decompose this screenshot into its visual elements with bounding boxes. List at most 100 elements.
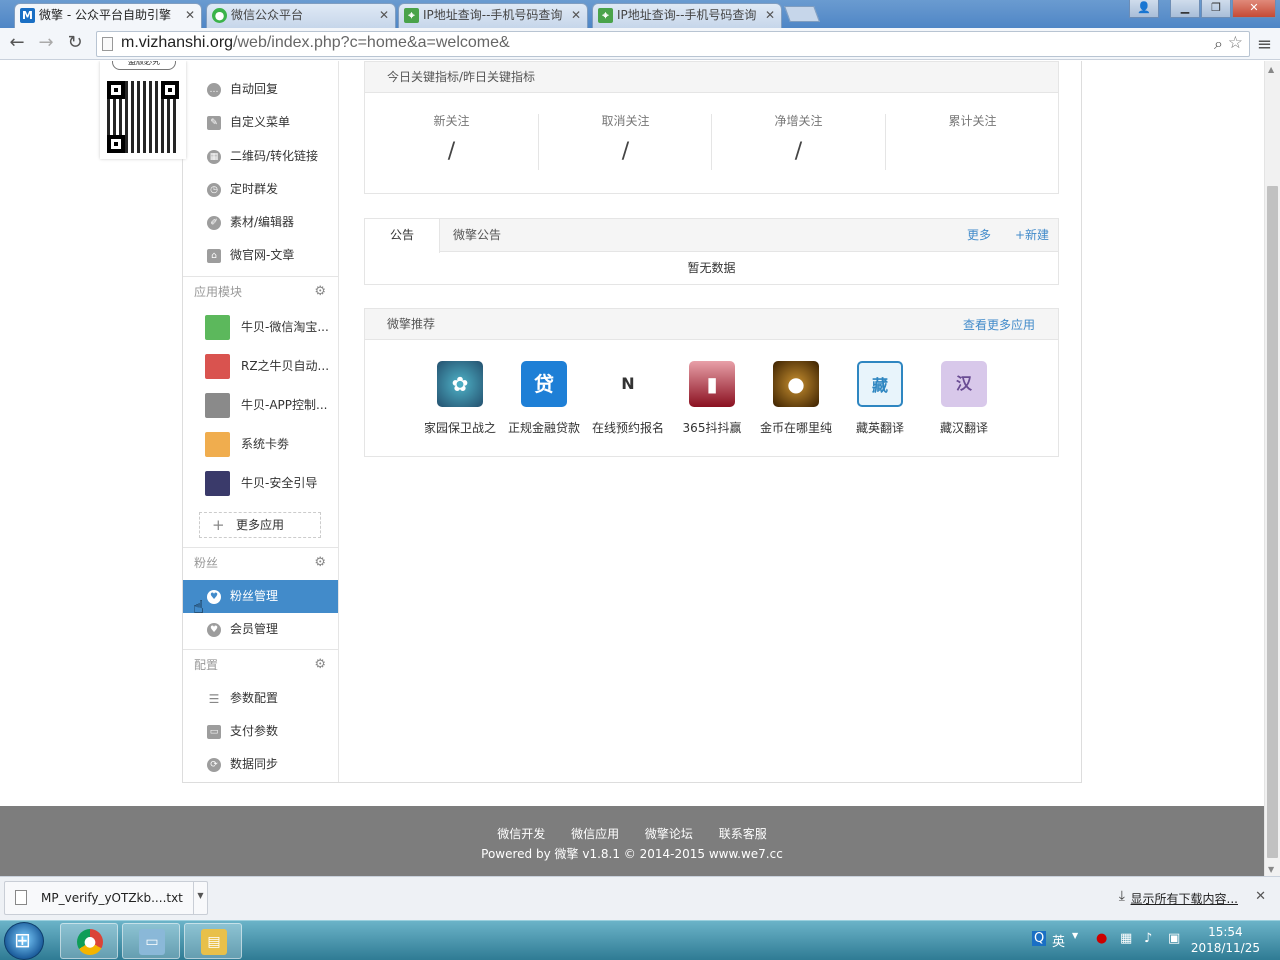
stat-new-follow: 新关注 / — [365, 112, 538, 170]
sidebar-item-material-editor[interactable]: ✐ 素材/编辑器 — [183, 206, 338, 239]
app-thumbnail — [205, 315, 230, 340]
tab-notice[interactable]: 公告 — [365, 219, 440, 253]
start-button[interactable] — [4, 922, 44, 960]
content-frame: … 自动回复 ✎ 自定义菜单 ▦ 二维码/转化链接 ◷ 定时群发 ✐ 素材/编辑器 ⌂ 微官… — [182, 61, 1082, 783]
more-apps-link[interactable]: 查看更多应用 — [963, 309, 1035, 342]
app-name: 藏汉翻译 — [939, 421, 988, 435]
app-thumbnail — [205, 432, 230, 457]
chrome-menu-icon[interactable]: ≡ — [1257, 34, 1272, 55]
gear-icon[interactable]: ⚙ — [314, 650, 326, 680]
browser-tab-ip-1[interactable]: ⌖ IP地址查询--手机号码查询 ✕ — [398, 3, 588, 28]
tab-close-icon[interactable]: ✕ — [379, 4, 389, 27]
zoom-icon[interactable]: ⌕ — [1214, 34, 1223, 54]
sidebar-item-auto-reply[interactable]: … 自动回复 — [183, 73, 338, 106]
scrollbar-thumb[interactable] — [1267, 186, 1278, 858]
sidebar: … 自动回复 ✎ 自定义菜单 ▦ 二维码/转化链接 ◷ 定时群发 ✐ 素材/编辑器 ⌂ 微官… — [183, 61, 339, 782]
network-icon[interactable]: ▦ — [1120, 931, 1132, 946]
taskbar-chrome[interactable]: ● — [60, 923, 118, 959]
sidebar-app-card-coupon[interactable]: 系统卡劵 — [183, 425, 338, 464]
volume-icon[interactable]: ♪ — [1144, 931, 1152, 946]
ime-language[interactable]: 英 — [1052, 931, 1065, 950]
system-clock[interactable]: 15:54 2018/11/25 — [1191, 924, 1260, 956]
taskbar-explorer[interactable]: ▤ — [184, 923, 242, 959]
taskbar-app[interactable]: ▭ — [122, 923, 180, 959]
address-bar[interactable]: m.vizhanshi.org/web/index.php?c=home&a=w… — [96, 31, 1250, 57]
stat-unfollow: 取消关注 / — [539, 112, 712, 170]
recommend-app[interactable]: ✿ 家园保卫战之 — [418, 361, 502, 436]
tab-title: IP地址查询--手机号码查询 — [423, 8, 563, 22]
footer-link-support[interactable]: 联系客服 — [719, 827, 767, 841]
reload-icon[interactable]: ↻ — [63, 32, 87, 56]
new-tab-button[interactable] — [784, 6, 820, 22]
download-item[interactable]: MP_verify_yOTZkb....txt ▼ — [4, 881, 208, 915]
heart-icon: ♥ — [207, 590, 221, 604]
browser-tab-ip-2[interactable]: ⌖ IP地址查询--手机号码查询 ✕ — [592, 3, 782, 28]
window-controls: 👤 ▁ ❐ ✕ — [1128, 0, 1276, 20]
show-all-downloads-link[interactable]: 显示所有下载内容... — [1131, 890, 1238, 907]
recommend-app[interactable]: 贷 正规金融贷款 — [502, 361, 586, 436]
sidebar-item-member-management[interactable]: ♥ 会员管理 — [183, 613, 338, 646]
recommend-app[interactable]: 汉 藏汉翻译 — [922, 361, 1006, 436]
tab-close-icon[interactable]: ✕ — [185, 4, 195, 27]
app-name: 365抖抖赢 — [682, 421, 742, 435]
gear-icon[interactable]: ⚙ — [314, 277, 326, 307]
sidebar-app-niubei-app-control[interactable]: 牛贝-APP控制... — [183, 386, 338, 425]
sidebar-item-data-sync[interactable]: ⟳ 数据同步 — [183, 748, 338, 781]
scroll-down-icon[interactable]: ▼ — [1268, 865, 1274, 874]
window-close-button[interactable]: ✕ — [1232, 0, 1276, 18]
recommend-app[interactable]: ● 金币在哪里纯 — [754, 361, 838, 436]
sidebar-item-custom-menu[interactable]: ✎ 自定义菜单 — [183, 106, 338, 139]
recommend-app[interactable]: N 在线预约报名 — [586, 361, 670, 436]
recommend-app[interactable]: 藏 藏英翻译 — [838, 361, 922, 436]
recommend-app[interactable]: ▮ 365抖抖赢 — [670, 361, 754, 436]
notice-new-link[interactable]: +新建 — [1015, 219, 1049, 252]
sidebar-app-niubei-security[interactable]: 牛贝-安全引导 — [183, 464, 338, 503]
footer-link-forum[interactable]: 微擎论坛 — [645, 827, 693, 841]
hand-cursor-icon: ☝ — [193, 597, 204, 618]
wallet-icon: ▭ — [207, 725, 221, 739]
browser-tab-we7[interactable]: M 微擎 - 公众平台自助引擎 ✕ — [14, 3, 202, 28]
sidebar-item-params-config[interactable]: ☰ 参数配置 — [183, 682, 338, 715]
qrcode-badge[interactable]: 盗版必究 — [100, 61, 186, 159]
back-icon[interactable]: ← — [5, 32, 29, 56]
ime-q-icon[interactable]: Q — [1032, 931, 1047, 946]
footer-link-wechat-dev[interactable]: 微信开发 — [497, 827, 545, 841]
qrcode-icon: ▦ — [207, 150, 221, 164]
tab-title: 微信公众平台 — [231, 8, 304, 22]
security-icon[interactable]: ● — [1096, 931, 1107, 946]
sidebar-app-niubei-taobao[interactable]: 牛贝-微信淘宝... — [183, 308, 338, 347]
browser-tab-wechat[interactable]: ● 微信公众平台 ✕ — [206, 3, 396, 28]
notice-more-link[interactable]: 更多 — [967, 219, 991, 252]
maximize-button[interactable]: ❐ — [1201, 0, 1231, 18]
sidebar-item-qrcode[interactable]: ▦ 二维码/转化链接 — [183, 140, 338, 173]
sidebar-item-microsite-article[interactable]: ⌂ 微官网-文章 — [183, 239, 338, 272]
more-apps-button[interactable]: + 更多应用 — [199, 512, 321, 538]
tab-close-icon[interactable]: ✕ — [571, 4, 581, 27]
qr-finder — [161, 81, 179, 99]
close-icon[interactable]: ✕ — [1255, 889, 1266, 904]
url-text[interactable]: m.vizhanshi.org/web/index.php?c=home&a=w… — [121, 34, 510, 52]
app-name: 在线预约报名 — [591, 421, 664, 435]
minimize-button[interactable]: ▁ — [1170, 0, 1200, 18]
sidebar-item-fans-management[interactable]: ♥ 粉丝管理 — [183, 580, 338, 613]
stat-value: / — [794, 139, 803, 164]
vertical-scrollbar[interactable]: ▲ ▼ — [1264, 61, 1280, 876]
chevron-down-icon[interactable]: ▼ — [1072, 931, 1078, 940]
bookmark-star-icon[interactable]: ☆ — [1228, 33, 1243, 53]
stat-total-follow: 累计关注 — [886, 112, 1059, 170]
key-metrics-header: 今日关键指标/昨日关键指标 — [365, 62, 1058, 93]
gear-icon[interactable]: ⚙ — [314, 548, 326, 578]
footer-link-wechat-apps[interactable]: 微信应用 — [571, 827, 619, 841]
user-icon[interactable]: 👤 — [1129, 0, 1159, 18]
tab-we7-notice[interactable]: 微擎公告 — [441, 219, 513, 252]
sidebar-item-scheduled-send[interactable]: ◷ 定时群发 — [183, 173, 338, 206]
forward-icon[interactable]: → — [34, 32, 58, 56]
scroll-up-icon[interactable]: ▲ — [1268, 65, 1274, 74]
sidebar-app-rz-niubei[interactable]: RZ之牛贝自动... — [183, 347, 338, 386]
chevron-down-icon[interactable]: ▼ — [193, 882, 207, 914]
display-icon[interactable]: ▣ — [1168, 931, 1180, 946]
sidebar-item-payment-params[interactable]: ▭ 支付参数 — [183, 715, 338, 748]
clock-date: 2018/11/25 — [1190, 941, 1260, 955]
tab-close-icon[interactable]: ✕ — [765, 4, 775, 27]
sidebar-item-label: 定时群发 — [230, 182, 279, 196]
